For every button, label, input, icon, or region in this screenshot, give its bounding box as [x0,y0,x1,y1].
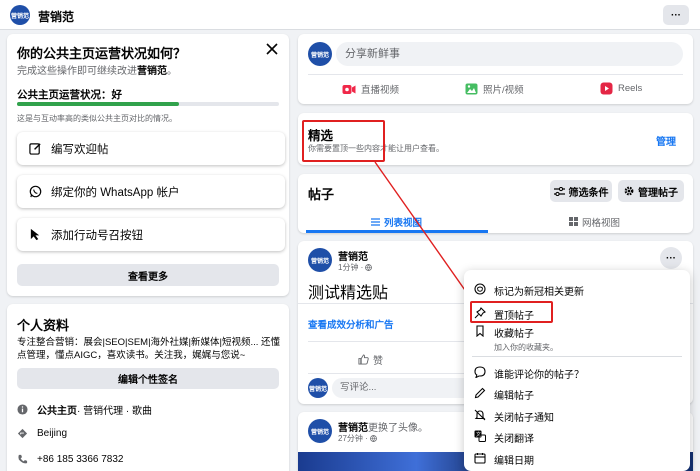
menu-item-label: 关闭帖子通知 [494,413,554,424]
menu-item-turn-off-translation[interactable]: 文 关闭翻译 [464,430,690,445]
covid-icon [474,283,486,295]
translate-icon: 文 [474,430,486,442]
menu-item-label: 谁能评论你的帖子？ [494,370,584,381]
calendar-icon [474,453,486,464]
menu-item-label: 收藏帖子 [494,329,534,340]
bookmark-icon [476,325,484,337]
menu-item-who-can-comment[interactable]: 谁能评论你的帖子？ [464,366,690,381]
menu-divider [472,356,682,357]
menu-item-save-post[interactable]: 收藏帖子加入你的收藏夹。 [464,325,690,353]
menu-item-edit-post[interactable]: 编辑帖子 [464,387,690,402]
menu-item-label: 编辑日期 [494,456,534,467]
pin-post-highlight-box [470,301,553,323]
pencil-icon [474,387,486,399]
comment-icon [474,366,486,378]
bell-off-icon [474,409,486,421]
menu-item-label: 编辑帖子 [494,391,534,402]
menu-item-label: 标记为新冠相关更新 [494,287,584,298]
menu-item-turn-off-notifications[interactable]: 关闭帖子通知 [464,409,690,424]
menu-item-label: 关闭翻译 [494,434,534,445]
menu-item-edit-date[interactable]: 编辑日期 [464,452,690,467]
menu-item-mark-covid[interactable]: 标记为新冠相关更新 [464,283,690,298]
menu-item-sublabel: 加入你的收藏夹。 [494,343,558,352]
